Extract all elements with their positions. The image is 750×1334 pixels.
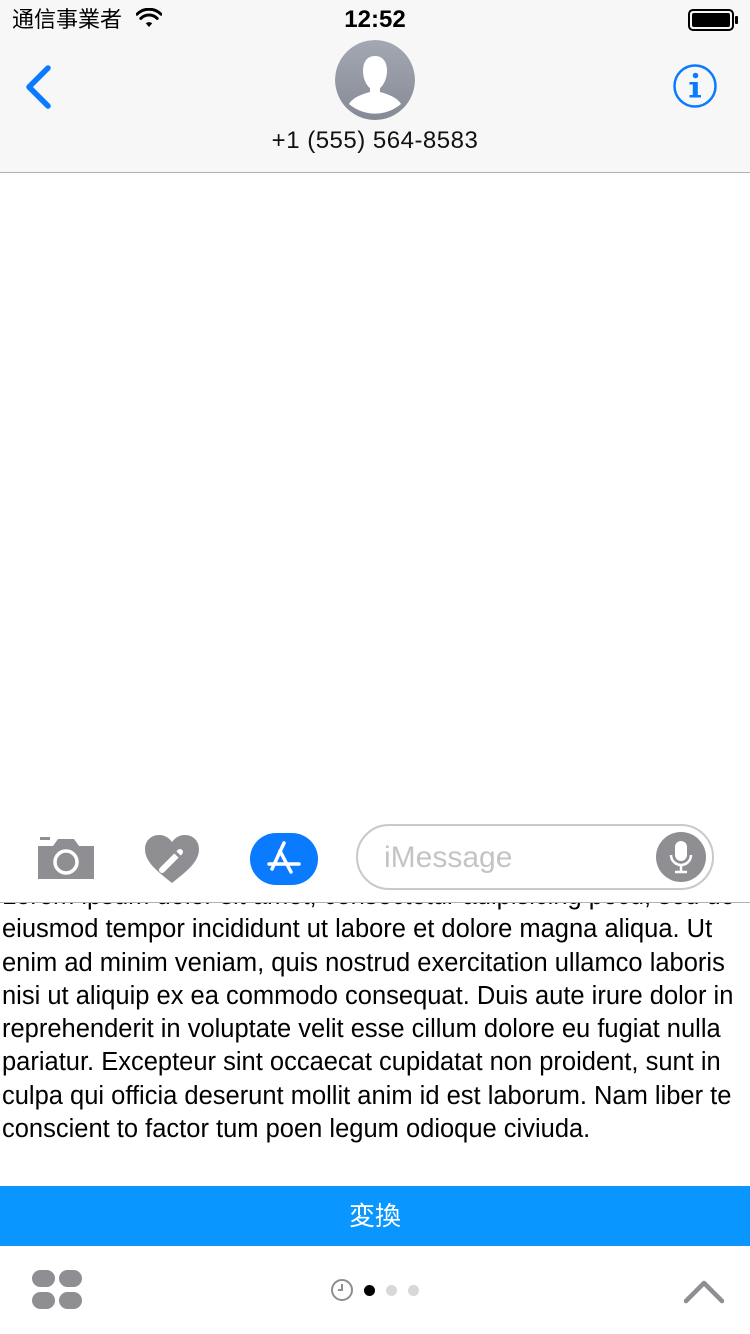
imessage-input[interactable]: iMessage	[356, 824, 714, 890]
navigation-header: 通信事業者 12:52 +1 (555) 564-8583	[0, 0, 750, 173]
apps-drawer-icon	[32, 1270, 82, 1309]
convert-button[interactable]: 変換	[0, 1186, 750, 1246]
clock-icon	[331, 1279, 353, 1301]
microphone-icon	[669, 841, 693, 874]
app-store-button[interactable]	[250, 833, 318, 885]
camera-button[interactable]	[36, 835, 96, 883]
app-store-icon	[267, 841, 301, 874]
status-time: 12:52	[344, 6, 406, 33]
candidate-text-area[interactable]: Lorem ipsum dolor sit amet, consectetur …	[0, 902, 750, 1187]
message-input-bar: iMessage	[0, 813, 750, 903]
person-icon	[335, 40, 415, 120]
battery-icon	[688, 9, 740, 36]
digital-touch-button[interactable]	[143, 833, 201, 887]
page-indicator[interactable]	[330, 1278, 422, 1302]
chevron-up-icon	[683, 1280, 725, 1304]
expand-button[interactable]	[682, 1276, 726, 1306]
app-drawer-bar	[0, 1246, 750, 1334]
page-dot	[386, 1285, 397, 1296]
back-button[interactable]	[20, 62, 60, 112]
imessage-placeholder: iMessage	[384, 841, 513, 874]
contact-avatar[interactable]	[335, 40, 415, 120]
chevron-left-icon	[26, 65, 51, 109]
info-button[interactable]	[672, 63, 718, 109]
camera-icon	[38, 837, 94, 879]
apps-drawer-button[interactable]	[30, 1268, 84, 1312]
conversation-area[interactable]	[0, 173, 750, 813]
messages-screen: 通信事業者 12:52 +1 (555) 564-8583 iMessage e…	[0, 0, 750, 1334]
heart-icon	[145, 835, 199, 883]
info-icon	[673, 64, 717, 108]
candidate-text: Lorem ipsum dolor sit amet, consectetur …	[2, 903, 735, 1144]
microphone-button[interactable]	[656, 832, 706, 882]
page-dot	[408, 1285, 419, 1296]
contact-name[interactable]: +1 (555) 564-8583	[0, 124, 750, 158]
page-dot-active	[364, 1285, 375, 1296]
